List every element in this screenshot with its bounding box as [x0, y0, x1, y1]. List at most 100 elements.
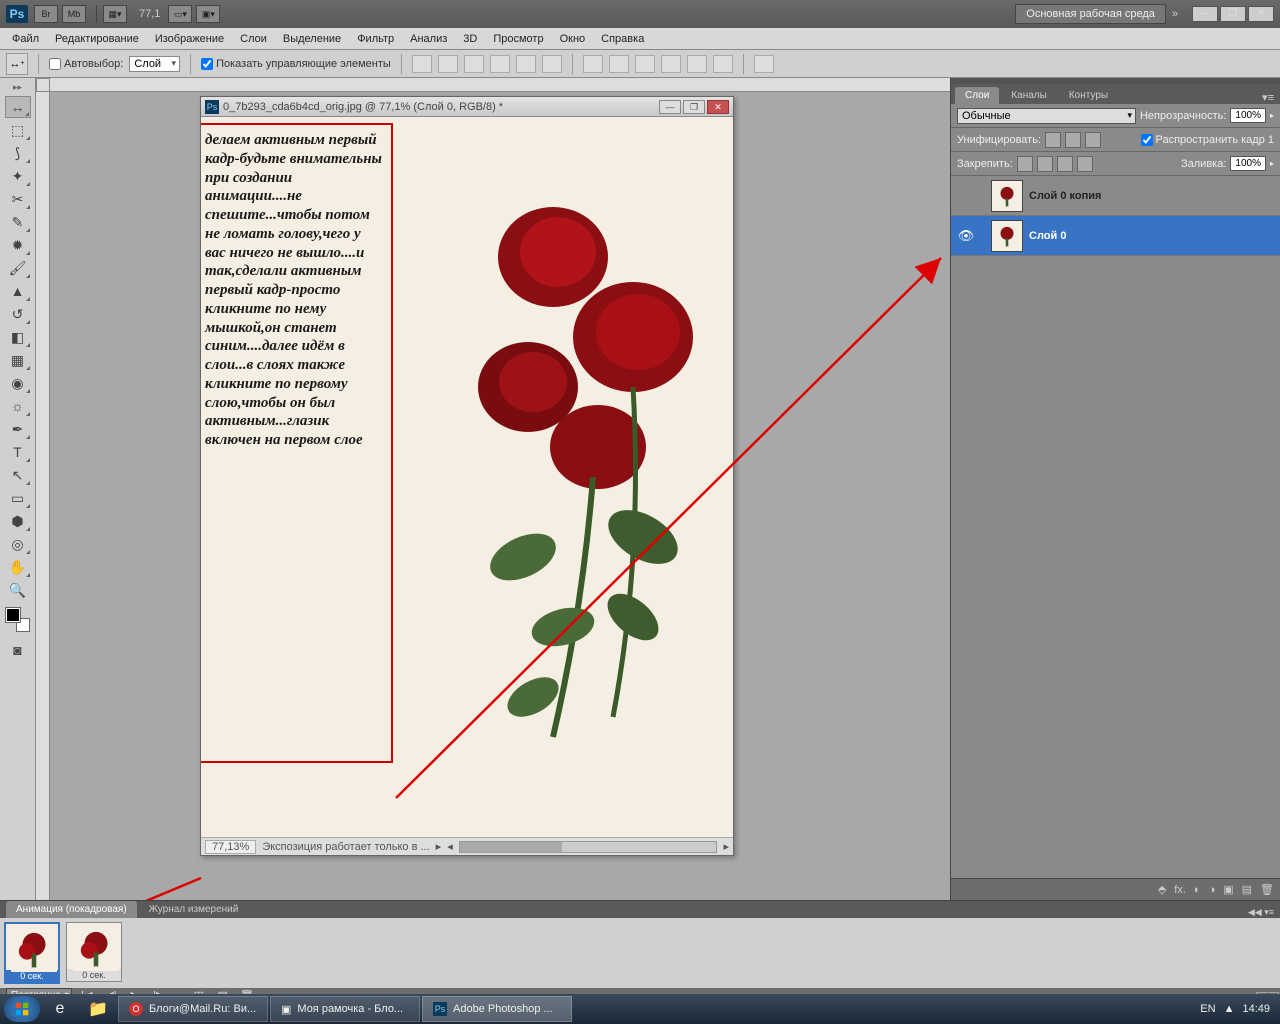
- doc-minimize-button[interactable]: —: [659, 100, 681, 114]
- menu-select[interactable]: Выделение: [275, 33, 349, 45]
- tab-measurements[interactable]: Журнал измерений: [139, 901, 249, 918]
- ruler-horizontal[interactable]: [50, 78, 950, 92]
- dodge-tool[interactable]: ☼: [5, 395, 31, 417]
- visibility-icon[interactable]: [957, 187, 975, 205]
- align-icon[interactable]: [542, 55, 562, 73]
- link-layers-icon[interactable]: ⬘: [1158, 883, 1166, 896]
- blend-mode-combo[interactable]: Обычные: [957, 108, 1136, 124]
- menu-layer[interactable]: Слои: [232, 33, 275, 45]
- close-button[interactable]: ✕: [1248, 6, 1274, 22]
- align-icon[interactable]: [438, 55, 458, 73]
- ruler-vertical[interactable]: [36, 92, 50, 900]
- menu-filter[interactable]: Фильтр: [349, 33, 402, 45]
- menu-view[interactable]: Просмотр: [485, 33, 551, 45]
- layer-row[interactable]: Слой 0 копия: [951, 176, 1280, 216]
- brush-tool[interactable]: 🖌: [5, 257, 31, 279]
- propagate-checkbox[interactable]: Распространить кадр 1: [1141, 134, 1274, 146]
- tab-animation[interactable]: Анимация (покадровая): [6, 901, 137, 918]
- distribute-icon[interactable]: [635, 55, 655, 73]
- taskbar-task[interactable]: ▣Моя рамочка - Бло...: [270, 996, 420, 1022]
- workspace-expand-icon[interactable]: »: [1172, 8, 1178, 20]
- 3d-tool[interactable]: ⬢: [5, 510, 31, 532]
- menu-image[interactable]: Изображение: [147, 33, 232, 45]
- explorer-icon[interactable]: 📁: [80, 996, 116, 1022]
- shape-tool[interactable]: ▭: [5, 487, 31, 509]
- menu-3d[interactable]: 3D: [455, 33, 485, 45]
- panel-menu-icon[interactable]: ▾≡: [1256, 91, 1280, 104]
- menu-help[interactable]: Справка: [593, 33, 652, 45]
- opacity-field[interactable]: 100%: [1230, 108, 1266, 123]
- auto-align-icon[interactable]: [754, 55, 774, 73]
- history-brush-tool[interactable]: ↺: [5, 303, 31, 325]
- crop-tool[interactable]: ✂: [5, 188, 31, 210]
- hand-tool[interactable]: ✋: [5, 556, 31, 578]
- color-swatch[interactable]: [6, 608, 30, 632]
- visibility-icon[interactable]: 👁: [957, 227, 975, 245]
- distribute-icon[interactable]: [661, 55, 681, 73]
- taskbar-task[interactable]: OБлоги@Mail.Ru: Ви...: [118, 996, 268, 1022]
- eyedropper-tool[interactable]: ✎: [5, 211, 31, 233]
- layer-row[interactable]: 👁 Слой 0: [951, 216, 1280, 256]
- distribute-icon[interactable]: [583, 55, 603, 73]
- fx-icon[interactable]: fx.: [1174, 884, 1186, 896]
- blur-tool[interactable]: ◉: [5, 372, 31, 394]
- workspace-switcher[interactable]: Основная рабочая среда: [1015, 4, 1166, 24]
- animation-frame[interactable]: 2 0 сек.: [66, 922, 122, 982]
- marquee-tool[interactable]: ⬚: [5, 119, 31, 141]
- align-icon[interactable]: [464, 55, 484, 73]
- doc-maximize-button[interactable]: ❐: [683, 100, 705, 114]
- autoselect-combo[interactable]: Слой: [129, 56, 180, 72]
- lock-pos-icon[interactable]: [1057, 156, 1073, 172]
- layer-thumb[interactable]: [991, 220, 1023, 252]
- minibridge-button[interactable]: Mb: [62, 5, 86, 23]
- distribute-icon[interactable]: [687, 55, 707, 73]
- layer-thumb[interactable]: [991, 180, 1023, 212]
- unify-vis-icon[interactable]: [1065, 132, 1081, 148]
- lock-trans-icon[interactable]: [1017, 156, 1033, 172]
- quickmask-button[interactable]: ◙: [5, 639, 31, 661]
- fill-field[interactable]: 100%: [1230, 156, 1266, 171]
- menu-analysis[interactable]: Анализ: [402, 33, 455, 45]
- arrange-button[interactable]: ▭▾: [168, 5, 192, 23]
- lock-all-icon[interactable]: [1077, 156, 1093, 172]
- showcontrols-checkbox[interactable]: Показать управляющие элементы: [201, 58, 391, 70]
- animation-frame[interactable]: 1 0 сек.: [4, 922, 60, 984]
- lock-pixels-icon[interactable]: [1037, 156, 1053, 172]
- doc-status-text[interactable]: Экспозиция работает только в ...: [262, 841, 429, 853]
- tray-arrow-icon[interactable]: ▲: [1224, 1003, 1235, 1015]
- layer-name[interactable]: Слой 0 копия: [1029, 190, 1101, 202]
- align-icon[interactable]: [490, 55, 510, 73]
- healing-tool[interactable]: ✹: [5, 234, 31, 256]
- start-button[interactable]: [4, 996, 40, 1022]
- tab-layers[interactable]: Слои: [955, 87, 999, 104]
- minimize-button[interactable]: —: [1192, 6, 1218, 22]
- type-tool[interactable]: T: [5, 441, 31, 463]
- path-tool[interactable]: ↖: [5, 464, 31, 486]
- maximize-button[interactable]: ❐: [1220, 6, 1246, 22]
- wand-tool[interactable]: ✦: [5, 165, 31, 187]
- menu-window[interactable]: Окно: [552, 33, 594, 45]
- gradient-tool[interactable]: ▦: [5, 349, 31, 371]
- document-canvas[interactable]: делаем активным первый кадр-будьте внима…: [201, 117, 733, 837]
- doc-hscroll[interactable]: [459, 841, 718, 853]
- group-icon[interactable]: ▣: [1223, 883, 1233, 896]
- panel-collapse-icon[interactable]: ◀◀ ▾≡: [1242, 907, 1280, 918]
- distribute-icon[interactable]: [713, 55, 733, 73]
- unify-style-icon[interactable]: [1085, 132, 1101, 148]
- distribute-icon[interactable]: [609, 55, 629, 73]
- view-extras-button[interactable]: ▦▾: [103, 5, 127, 23]
- align-icon[interactable]: [412, 55, 432, 73]
- doc-zoom[interactable]: 77,13%: [205, 840, 256, 854]
- taskbar-task[interactable]: PsAdobe Photoshop ...: [422, 996, 572, 1022]
- align-icon[interactable]: [516, 55, 536, 73]
- delete-layer-icon[interactable]: 🗑: [1260, 883, 1274, 896]
- layer-name[interactable]: Слой 0: [1029, 230, 1066, 242]
- zoom-tool[interactable]: 🔍: [5, 579, 31, 601]
- eraser-tool[interactable]: ◧: [5, 326, 31, 348]
- lasso-tool[interactable]: ⟆: [5, 142, 31, 164]
- lang-indicator[interactable]: EN: [1200, 1003, 1215, 1015]
- new-layer-icon[interactable]: ▤: [1242, 883, 1252, 896]
- doc-close-button[interactable]: ✕: [707, 100, 729, 114]
- autoselect-checkbox[interactable]: Автовыбор:: [49, 58, 123, 70]
- tab-paths[interactable]: Контуры: [1059, 87, 1118, 104]
